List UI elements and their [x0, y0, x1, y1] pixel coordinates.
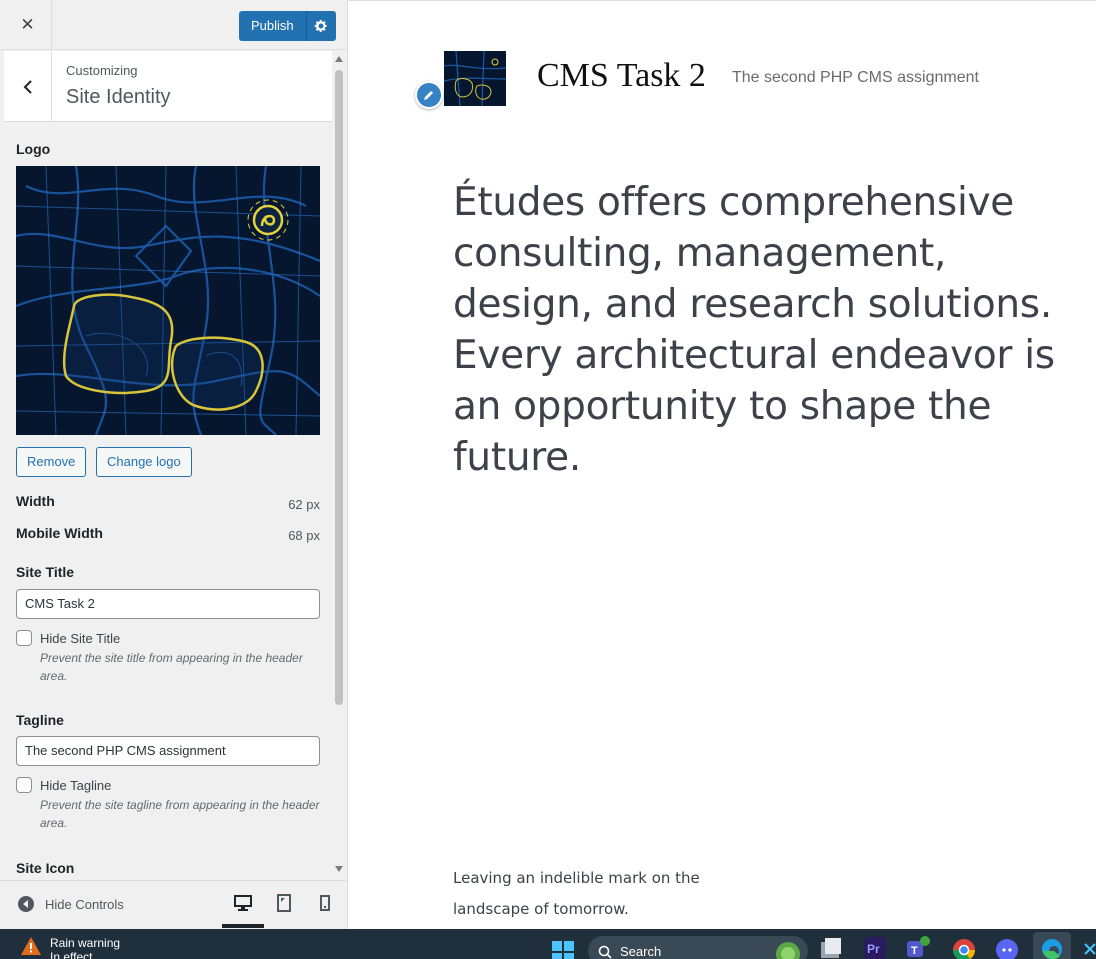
chevron-left-icon [23, 79, 32, 94]
gear-icon [314, 19, 327, 33]
desktop-icon [234, 895, 252, 911]
search-icon [598, 945, 612, 959]
width-value[interactable]: 62 px [288, 497, 320, 512]
hide-controls-label: Hide Controls [45, 896, 124, 912]
close-customizer-button[interactable]: ✕ [4, 0, 52, 50]
site-identity-panel: Logo Remove Change logo Width 62 px Mobi… [0, 122, 332, 880]
edit-logo-shortcut[interactable] [415, 81, 443, 109]
premiere-icon[interactable]: Pr [863, 936, 887, 959]
edge-icon[interactable] [1033, 932, 1071, 959]
windows-taskbar: Rain warning In effect Search Pr T [0, 929, 1096, 959]
site-title-label: Site Title [16, 564, 75, 580]
svg-text:Pr: Pr [867, 942, 880, 956]
preview-tagline: The second PHP CMS assignment [732, 69, 979, 86]
hide-tagline-label: Hide Tagline [40, 778, 112, 793]
publish-group: Publish [239, 11, 336, 41]
hide-tagline-description: Prevent the site tagline from appearing … [40, 798, 320, 830]
file-explorer-icon[interactable] [819, 936, 843, 959]
chrome-icon[interactable] [952, 936, 976, 959]
hide-tagline-checkbox[interactable] [16, 777, 32, 793]
active-device-indicator [222, 924, 264, 928]
customizer-header: ✕ Publish [0, 0, 347, 50]
discord-icon[interactable] [995, 936, 1019, 959]
breadcrumb: Customizing [66, 63, 138, 78]
search-highlight-icon [776, 942, 800, 959]
tablet-icon [277, 894, 291, 912]
close-icon: ✕ [20, 15, 35, 34]
remove-logo-button[interactable]: Remove [16, 447, 87, 477]
weather-subtitle: In effect [50, 950, 93, 959]
mobile-preview-button[interactable] [315, 893, 335, 913]
logo-preview-image[interactable] [16, 166, 320, 435]
weather-title: Rain warning [50, 936, 121, 950]
logo-label: Logo [16, 141, 51, 157]
section-header: Customizing Site Identity [4, 51, 332, 122]
windows-start-icon[interactable] [551, 940, 575, 959]
hero-text: Études offers comprehensive consulting, … [453, 180, 1055, 480]
mobile-width-label: Mobile Width [16, 525, 103, 541]
width-label: Width [16, 493, 55, 509]
site-logo[interactable] [444, 51, 506, 106]
hide-site-title-description: Prevent the site title from appearing in… [40, 651, 303, 683]
scroll-thumb[interactable] [335, 70, 343, 705]
site-icon-label: Site Icon [16, 860, 75, 876]
site-title-input[interactable]: CMS Task 2 [16, 589, 320, 619]
section-title: Site Identity [66, 86, 171, 108]
mobile-width-value[interactable]: 68 px [288, 528, 320, 543]
collapse-icon [18, 896, 34, 912]
teams-icon[interactable]: T [906, 936, 930, 959]
hide-site-title-checkbox[interactable] [16, 630, 32, 646]
weather-widget[interactable]: Rain warning In effect [20, 936, 120, 959]
search-label: Search [620, 944, 662, 959]
tagline-label: Tagline [16, 712, 64, 728]
desktop-preview-button[interactable] [233, 893, 253, 913]
change-logo-button[interactable]: Change logo [96, 447, 192, 477]
close-icon[interactable] [1082, 936, 1096, 959]
publish-settings-button[interactable] [305, 11, 336, 41]
sidebar-scrollbar[interactable] [332, 50, 347, 880]
warning-icon [21, 937, 41, 955]
site-preview: CMS Task 2 The second PHP CMS assignment… [349, 0, 1096, 929]
preview-site-title[interactable]: CMS Task 2 [537, 57, 706, 95]
back-button[interactable] [4, 51, 52, 122]
hide-controls-button[interactable]: Hide Controls [18, 896, 124, 912]
publish-button[interactable]: Publish [239, 11, 306, 41]
mobile-icon [320, 895, 330, 911]
pencil-icon [424, 91, 433, 100]
svg-text:T: T [911, 945, 918, 957]
customizer-footer: Hide Controls [0, 880, 347, 929]
scroll-down-arrow-icon[interactable] [335, 866, 343, 872]
customizer-sidebar: ✕ Publish Customizing Site Identity Logo [0, 0, 348, 929]
hide-site-title-label: Hide Site Title [40, 631, 121, 646]
tagline-input[interactable]: The second PHP CMS assignment [16, 736, 320, 766]
scroll-up-arrow-icon[interactable] [335, 56, 343, 62]
footer-text: Leaving an indelible mark on the landsca… [453, 869, 700, 918]
tablet-preview-button[interactable] [274, 893, 294, 913]
taskbar-search[interactable]: Search [588, 936, 808, 959]
